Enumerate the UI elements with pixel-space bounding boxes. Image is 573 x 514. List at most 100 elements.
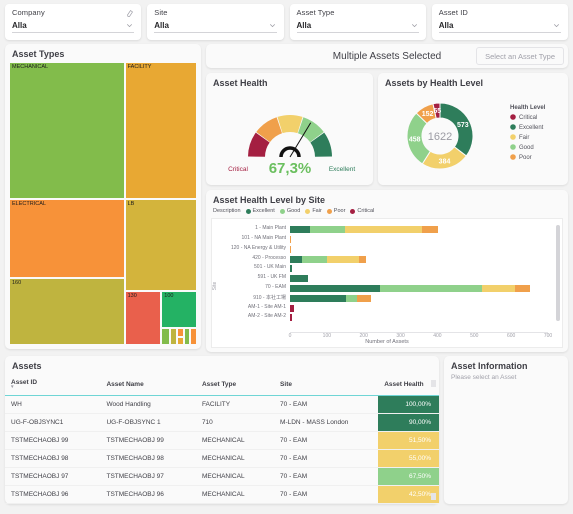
asset-information-panel: Asset Information Please select an Asset [444, 356, 568, 504]
bar-segment[interactable] [290, 304, 295, 312]
bar-legend-item[interactable]: Excellent [245, 208, 275, 214]
bar-segment[interactable] [290, 226, 310, 234]
bar-legend-item[interactable]: Critical [350, 208, 374, 214]
cell-asset-name: TSTMECHAOBJ 96 [100, 485, 196, 504]
table-row[interactable]: WH Wood Handling FACILITY 70 - EAM 100,00% [5, 395, 439, 414]
bar-row[interactable]: AM-1 - Site AM-1 [248, 304, 548, 312]
bar-category-label: 420 - Processo [252, 254, 286, 261]
bar-segment[interactable] [290, 284, 381, 292]
treemap-node[interactable]: ELECTRICAL [9, 199, 125, 279]
asset-health-title: Asset Health [213, 78, 268, 88]
treemap-node-label: MECHANICAL [12, 64, 49, 70]
treemap-node[interactable]: MECHANICAL [9, 62, 125, 200]
filter-company[interactable]: Company Alla [5, 4, 142, 40]
filter-select[interactable]: Alla [296, 21, 419, 33]
bar-row[interactable]: 591 - UK FM [258, 274, 548, 283]
bar-row[interactable]: 120 - NA Energy & Utility [231, 245, 548, 253]
chevron-down-icon[interactable] [552, 21, 561, 30]
treemap-node[interactable]: FACILITY [124, 62, 197, 200]
assets-by-health-title: Assets by Health Level [385, 78, 484, 88]
assets-table: Asset ID ▾ Asset Name Asset Type Site Asset H… [5, 374, 439, 504]
table-row[interactable]: TSTMECHAOBJ 97 TSTMECHAOBJ 97 MECHANICAL 70… [5, 467, 439, 486]
column-header-site[interactable]: Site [274, 374, 379, 396]
treemap-node[interactable] [177, 336, 184, 345]
cell-asset-name: TSTMECHAOBJ 97 [100, 467, 196, 486]
column-header-asset-health[interactable]: Asset Health [378, 374, 439, 396]
filter-select[interactable]: Alla [12, 21, 135, 33]
table-row[interactable]: TSTMECHAOBJ 99 TSTMECHAOBJ 99 MECHANICAL 70… [5, 431, 439, 450]
filter-asset-id[interactable]: Asset ID Alla [431, 4, 568, 40]
column-header-asset-id[interactable]: Asset ID ▾ [5, 374, 101, 396]
cell-site: 70 - EAM [274, 395, 379, 414]
bar-segment[interactable] [290, 265, 292, 273]
cell-asset-health: 51,50% [378, 431, 439, 450]
asset-information-empty-message: Please select an Asset [451, 374, 517, 381]
chevron-down-icon[interactable] [268, 21, 277, 30]
treemap-node[interactable] [161, 328, 170, 345]
bar-row[interactable]: 501 - UK Main [254, 264, 548, 273]
filter-site[interactable]: Site Alla [147, 4, 284, 40]
bar-row[interactable]: 420 - Processo [252, 255, 548, 263]
bar-chart-scrollbar[interactable] [556, 225, 560, 321]
assets-by-health-donut: 1622 573 384 458 152 55 Health Level Critica… [406, 102, 546, 170]
filter-select[interactable]: Alla [154, 21, 277, 33]
bar-segment[interactable] [380, 284, 482, 292]
bar-segment[interactable] [290, 275, 309, 283]
treemap-node[interactable]: 130 [124, 291, 162, 345]
bar-row[interactable]: 101 - NA Main Plant [242, 235, 548, 243]
treemap-node[interactable]: 160 [9, 278, 125, 345]
bar-segment[interactable] [344, 226, 423, 234]
filter-value: Alla [438, 21, 454, 30]
bar-row[interactable]: AM-2 - Site AM-2 [248, 313, 548, 322]
bar-segment[interactable] [422, 226, 439, 234]
bar-segment[interactable] [356, 294, 372, 302]
cell-asset-name: UG-F-OBJSYNC 1 [100, 413, 196, 432]
gauge-max-label: Excellent [329, 166, 356, 173]
bar-segment[interactable] [345, 294, 357, 302]
eraser-icon[interactable] [126, 9, 134, 17]
bar-segment[interactable] [290, 314, 293, 322]
bar-segment[interactable] [326, 255, 360, 263]
bar-row[interactable]: 1 - Main Plant [255, 225, 548, 234]
table-row[interactable]: UG-F-OBJSYNC1 UG-F-OBJSYNC 1 710 M-LDN - MA… [5, 413, 439, 432]
cell-site: 70 - EAM [274, 431, 379, 450]
treemap-node[interactable] [190, 328, 197, 345]
bar-segment[interactable] [290, 255, 303, 263]
column-header-asset-name[interactable]: Asset Name [100, 374, 196, 396]
assets-table-scrollbar[interactable] [431, 380, 436, 500]
bar-segment[interactable] [481, 284, 515, 292]
bar-legend-item[interactable]: Fair [305, 208, 322, 214]
bar-legend-item[interactable]: Poor [326, 208, 345, 214]
bar-segment[interactable] [290, 235, 292, 243]
filter-asset-type[interactable]: Asset Type Alla [289, 4, 426, 40]
treemap-node[interactable] [183, 328, 191, 345]
treemap-node[interactable] [169, 328, 178, 345]
filter-select[interactable]: Alla [438, 21, 561, 33]
bar-category-label: 120 - NA Energy & Utility [230, 244, 286, 251]
chevron-down-icon[interactable] [410, 21, 419, 30]
select-asset-type-button[interactable]: Select an Asset Type [476, 47, 564, 65]
bar-segment[interactable] [290, 294, 346, 302]
assets-title: Assets [12, 361, 42, 371]
gauge-band-fair [277, 115, 303, 134]
asset-types-treemap[interactable]: MECHANICAL FACILITY ELECTRICAL LB 160 130 100 [9, 62, 197, 345]
bar-segment[interactable] [290, 245, 291, 253]
table-row[interactable]: TSTMECHAOBJ 96 TSTMECHAOBJ 96 MECHANICAL 70… [5, 485, 439, 504]
table-row[interactable]: TSTMECHAOBJ 98 TSTMECHAOBJ 98 MECHANICAL 70… [5, 449, 439, 468]
donut-slice-label: 55 [433, 108, 441, 115]
bar-segment[interactable] [302, 255, 327, 263]
selection-title: Multiple Assets Selected [332, 50, 442, 62]
treemap-node[interactable]: LB [124, 199, 197, 292]
bar-segment[interactable] [514, 284, 531, 292]
chevron-down-icon[interactable] [125, 21, 134, 30]
bar-row[interactable]: 70 - EAM [265, 284, 548, 292]
bar-row[interactable]: 910 - 本社工場 [253, 294, 548, 302]
treemap-node[interactable] [177, 328, 184, 337]
bar-segment[interactable] [359, 255, 366, 263]
bar-segment[interactable] [309, 226, 345, 234]
bar-chart-rows: 1 - Main Plant 101 - NA Main Plant 120 - N… [231, 225, 548, 323]
column-label: Asset ID [11, 379, 38, 386]
treemap-node[interactable]: 100 [161, 291, 197, 328]
column-header-asset-type[interactable]: Asset Type [195, 374, 275, 396]
bar-legend-item[interactable]: Good [279, 208, 300, 214]
